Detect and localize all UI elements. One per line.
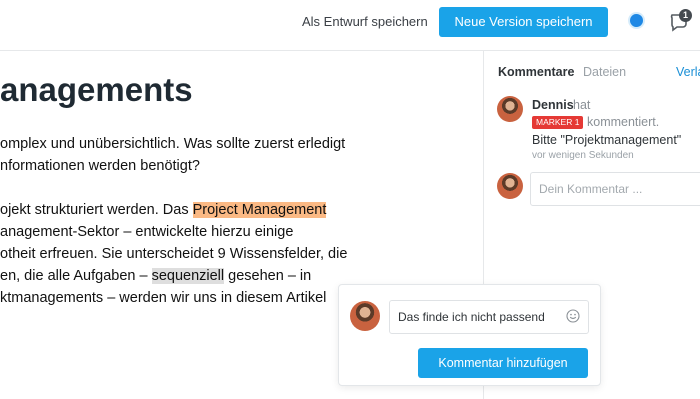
marker-badge[interactable]: MARKER 1 (532, 116, 584, 129)
top-toolbar: Als Entwurf speichern Neue Version speic… (0, 0, 700, 51)
comment-input[interactable]: Dein Kommentar ... (530, 172, 700, 206)
avatar (497, 96, 523, 122)
highlighted-text-marker[interactable]: Project Management (192, 202, 327, 218)
paragraph-line: otheit erfreuen. Sie unterscheidet 9 Wis… (0, 246, 348, 262)
tab-comments[interactable]: Kommentare (498, 65, 574, 79)
add-comment-popup: Das finde ich nicht passend Kommentar hi… (338, 284, 601, 386)
text-segment: gesehen – in (224, 268, 312, 284)
paragraph-line: ojekt strukturiert werden. Das Project M… (0, 199, 347, 221)
paragraph-line: omplex und unübersichtlich. Was sollte z… (0, 136, 346, 152)
tab-history[interactable]: Verla (676, 65, 700, 79)
new-comment-input[interactable]: Das finde ich nicht passend (389, 300, 589, 334)
paragraph-2[interactable]: ojekt strukturiert werden. Das Project M… (0, 199, 347, 309)
text-segment: ojekt strukturiert werden. Das (0, 202, 193, 218)
comment-action: kommentiert. (587, 115, 660, 129)
smiley-icon[interactable] (566, 309, 580, 323)
paragraph-line: ktmanagements – werden wir uns in diesem… (0, 290, 327, 306)
save-new-version-button[interactable]: Neue Version speichern (439, 7, 608, 37)
text-segment: en, die alle Aufgaben – (0, 268, 152, 284)
avatar (497, 173, 523, 199)
comment-verb: hat (573, 98, 591, 112)
document-title[interactable]: anagements (0, 71, 193, 109)
save-draft-button[interactable]: Als Entwurf speichern (296, 8, 434, 36)
paragraph-1[interactable]: omplex und unübersichtlich. Was sollte z… (0, 133, 345, 177)
avatar (350, 301, 380, 331)
tab-files[interactable]: Dateien (583, 65, 626, 79)
comment-text: Bitte "Projektmanagement" (532, 133, 682, 147)
paragraph-line: en, die alle Aufgaben – sequenziell gese… (0, 265, 347, 287)
status-dot-icon[interactable] (630, 14, 643, 27)
selected-text[interactable]: sequenziell (151, 268, 225, 284)
add-comment-button[interactable]: Kommentar hinzufügen (418, 348, 588, 378)
comment-author[interactable]: Dennis (532, 98, 574, 112)
paragraph-line: anagement-Sektor – entwickelte hierzu ei… (0, 224, 294, 240)
paragraph-line: nformationen werden benötigt? (0, 158, 200, 174)
notification-count-badge: 1 (679, 9, 692, 22)
comment-timestamp: vor wenigen Sekunden (532, 150, 634, 161)
